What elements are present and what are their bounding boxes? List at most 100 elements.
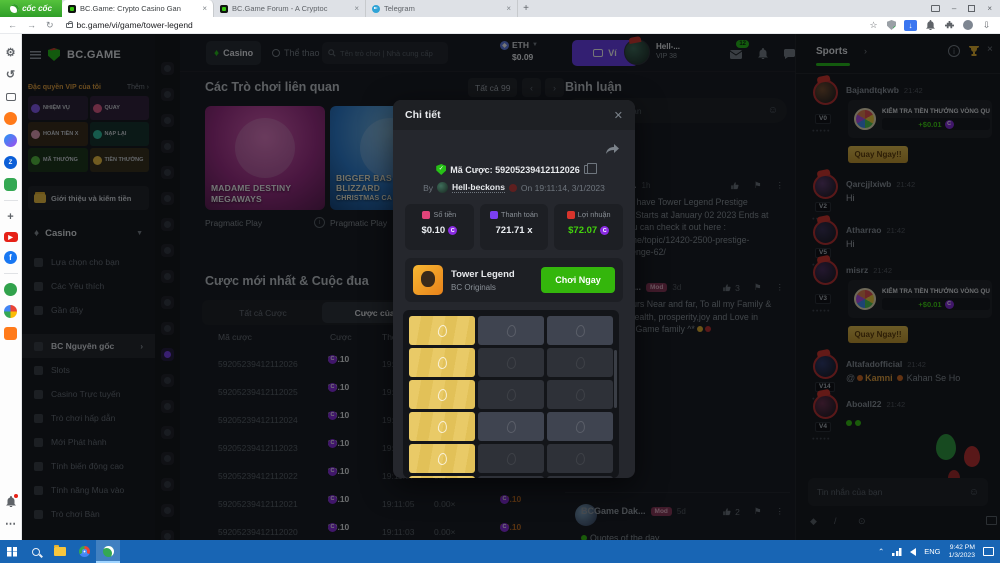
modal-header: Chi tiết ✕	[393, 100, 635, 130]
egg-icon	[506, 356, 517, 369]
tower-result-panel	[403, 310, 619, 478]
bcgame-favicon	[220, 5, 228, 13]
bet-details-modal: Chi tiết ✕ ✓ Mã Cược: 59205239412112026 …	[393, 100, 635, 478]
tower-tile	[478, 348, 544, 377]
volume-icon[interactable]	[910, 548, 916, 556]
browser-tab[interactable]: Telegram ×	[366, 0, 518, 17]
tower-tile-picked	[409, 476, 475, 478]
browser-tab[interactable]: BC.Game: Crypto Casino Gan×	[62, 0, 214, 17]
egg-icon	[437, 356, 448, 369]
facebook-icon[interactable]: f	[4, 251, 17, 264]
messenger-icon[interactable]	[4, 134, 17, 147]
egg-icon	[575, 420, 586, 433]
back-button[interactable]: ←	[8, 20, 17, 31]
egg-icon	[506, 324, 517, 337]
notification-bell-icon[interactable]	[925, 20, 936, 31]
bookmark-star-icon[interactable]: ☆	[868, 20, 879, 31]
adblock-shield-icon[interactable]	[887, 20, 896, 30]
tab-close-icon[interactable]: ×	[354, 4, 359, 13]
stat-card: Số tiền$0.10C	[405, 204, 474, 250]
reload-button[interactable]: ↻	[46, 20, 54, 31]
new-tab-button[interactable]: +	[518, 0, 534, 17]
grid-scrollbar[interactable]	[614, 350, 617, 408]
bettor-name[interactable]: Hell-beckons	[452, 182, 505, 193]
tower-tile	[547, 412, 613, 441]
download-manager-icon[interactable]: ↓	[904, 20, 917, 31]
tower-tile	[478, 316, 544, 345]
play-now-button[interactable]: Chơi Ngay	[541, 267, 615, 293]
tower-tile-picked	[409, 380, 475, 409]
divider	[4, 200, 18, 201]
taskbar-search-icon[interactable]	[24, 540, 48, 563]
tower-tile	[547, 316, 613, 345]
browser-tab[interactable]: BC.Game Forum - A Cryptoc×	[214, 0, 366, 17]
stat-card: Lợi nhuận$72.07C	[554, 204, 623, 250]
address-bar[interactable]: bc.game/vi/game/tower-legend	[66, 20, 193, 30]
hotlist-icon[interactable]	[4, 112, 17, 125]
bell-icon[interactable]	[4, 495, 17, 508]
share-icon[interactable]	[606, 142, 619, 160]
copy-icon[interactable]	[584, 165, 592, 174]
egg-icon	[506, 452, 517, 465]
extensions-icon[interactable]	[944, 20, 955, 31]
save-page-icon[interactable]: ⇩	[981, 20, 992, 31]
chrome-icon[interactable]	[72, 540, 96, 563]
bettor-avatar	[437, 182, 448, 193]
game-banner: Tower Legend BC Originals Chơi Ngay	[405, 258, 623, 302]
browser-sidebar: ⚙ ↺ Z + ▶ f ⋯	[0, 34, 22, 540]
tab-title: Telegram	[384, 4, 502, 13]
close-button[interactable]: ×	[987, 4, 992, 13]
egg-icon	[437, 452, 448, 465]
action-center-icon[interactable]	[983, 547, 994, 556]
shop-icon[interactable]	[4, 327, 17, 340]
forward-button[interactable]: →	[27, 20, 36, 31]
file-explorer-icon[interactable]	[48, 540, 72, 563]
tab-close-icon[interactable]: ×	[506, 4, 511, 13]
feed-icon[interactable]	[4, 90, 17, 103]
history-icon[interactable]: ↺	[4, 68, 17, 81]
profile-avatar-icon[interactable]	[963, 20, 973, 30]
tower-tile-picked	[409, 348, 475, 377]
zing-icon[interactable]	[4, 283, 17, 296]
tray-expand-icon[interactable]: ⌃	[878, 547, 884, 556]
games-icon[interactable]	[4, 178, 17, 191]
egg-icon	[575, 452, 586, 465]
maximize-button[interactable]	[968, 5, 975, 12]
reader-mode-icon[interactable]	[931, 5, 940, 12]
zalo-icon[interactable]: Z	[4, 156, 17, 169]
egg-icon	[575, 388, 586, 401]
clock[interactable]: 9:42 PM 1/3/2023	[949, 544, 975, 560]
add-icon[interactable]: +	[4, 210, 17, 223]
stat-label: Lợi nhuận	[578, 210, 611, 219]
bcgame-favicon	[68, 5, 76, 13]
minimize-button[interactable]: –	[952, 4, 956, 13]
stat-icon	[490, 211, 498, 219]
tower-tile-picked	[409, 444, 475, 473]
divider	[4, 273, 18, 274]
browser-toolbar: ← → ↻ bc.game/vi/game/tower-legend ☆ ↓ ⇩	[0, 17, 1000, 34]
egg-icon	[506, 388, 517, 401]
youtube-icon[interactable]: ▶	[4, 232, 18, 242]
tower-tile-picked	[409, 316, 475, 345]
web-icon[interactable]	[4, 305, 17, 318]
telegram-favicon	[372, 5, 380, 13]
game-name: Tower Legend	[451, 269, 515, 280]
bet-id-label: Mã Cược: 59205239412112026	[450, 165, 580, 175]
network-icon[interactable]	[892, 548, 902, 556]
language-indicator[interactable]: ENG	[924, 547, 940, 556]
window-controls: – ×	[931, 0, 1000, 17]
lock-icon	[66, 23, 73, 28]
tower-tile	[547, 476, 613, 478]
stat-value: 721.71 x	[480, 225, 549, 236]
coccoc-brand[interactable]: cốc cốc	[0, 0, 62, 17]
egg-icon	[575, 324, 586, 337]
tower-tile-picked	[409, 412, 475, 441]
more-icon[interactable]: ⋯	[4, 517, 17, 530]
coccoc-logo-icon	[10, 4, 19, 13]
settings-icon[interactable]: ⚙	[4, 46, 17, 59]
tab-close-icon[interactable]: ×	[202, 4, 207, 13]
coccoc-taskbar-icon[interactable]	[96, 540, 120, 563]
start-button[interactable]	[0, 540, 24, 563]
modal-title: Chi tiết	[405, 109, 441, 121]
modal-close-icon[interactable]: ✕	[614, 109, 623, 122]
